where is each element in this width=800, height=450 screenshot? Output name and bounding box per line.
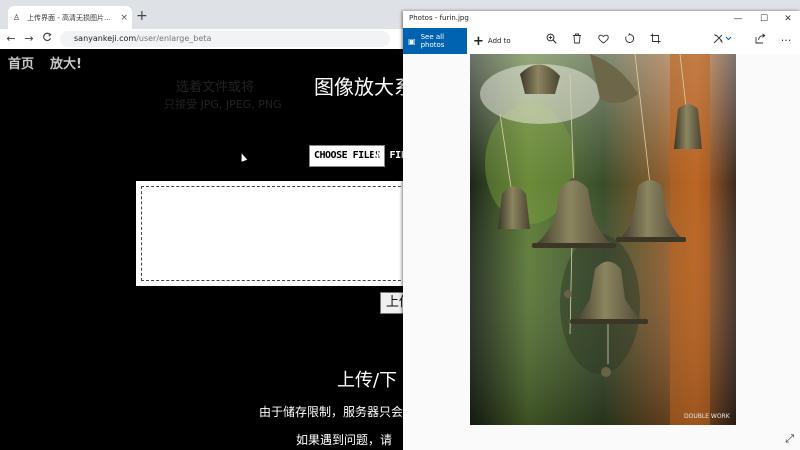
photos-app-icon: ▣ bbox=[408, 36, 416, 46]
address-bar[interactable]: sanyankeji.com/user/enlarge_beta bbox=[60, 31, 390, 47]
dropzone-border bbox=[141, 186, 411, 281]
tab-title: 上传界面 - 高清无损图片放大 - Sa bbox=[27, 13, 118, 22]
heart-icon[interactable] bbox=[594, 32, 612, 50]
new-tab-button[interactable]: + bbox=[136, 9, 148, 23]
photos-window-title: Photos - furin.jpg bbox=[409, 14, 469, 22]
wind-chimes-photo: DOUBLE WORK bbox=[470, 54, 736, 425]
dropzone-instruction: 选着文件或将 bbox=[176, 80, 255, 95]
delete-icon[interactable] bbox=[568, 32, 586, 50]
photo-canvas: DOUBLE WORK ⤢ bbox=[403, 54, 800, 450]
reload-icon[interactable] bbox=[40, 32, 54, 46]
photos-app-window: Photos - furin.jpg — ☐ ✕ ▣ See all photo… bbox=[403, 11, 800, 450]
dropzone-formats: 只接受 JPG, JPEG, PNG bbox=[164, 98, 282, 111]
maximize-icon[interactable]: ☐ bbox=[752, 12, 776, 27]
section-title: 上传/下 bbox=[337, 370, 398, 391]
problem-help-text: 如果遇到问题，请 bbox=[296, 433, 393, 447]
photos-toolbar: ▣ See all photos + Add to ··· bbox=[403, 28, 800, 54]
photo-watermark: DOUBLE WORK bbox=[684, 413, 731, 420]
see-all-photos-button[interactable]: ▣ See all photos bbox=[403, 28, 467, 54]
nav-link-home[interactable]: 首页 bbox=[8, 53, 34, 72]
mouse-cursor-icon bbox=[238, 152, 248, 162]
minimize-icon[interactable]: — bbox=[726, 12, 750, 27]
browser-tab[interactable]: ♙ 上传界面 - 高清无损图片放大 - Sa × bbox=[8, 6, 132, 29]
rotate-icon[interactable] bbox=[620, 32, 638, 50]
more-options-icon[interactable]: ··· bbox=[777, 32, 795, 50]
url-domain: sanyankeji.com bbox=[74, 34, 137, 43]
nav-link-enlarge[interactable]: 放大! bbox=[50, 53, 82, 72]
site-favicon-icon: ♙ bbox=[12, 13, 21, 22]
back-icon[interactable]: ← bbox=[4, 32, 18, 46]
file-dropzone[interactable] bbox=[136, 181, 416, 286]
expand-fullscreen-icon[interactable]: ⤢ bbox=[785, 432, 794, 446]
storage-limit-text: 由于储存限制，服务器只会 bbox=[259, 405, 404, 419]
plus-icon: + bbox=[473, 33, 484, 49]
share-icon[interactable] bbox=[751, 32, 769, 50]
zoom-icon[interactable] bbox=[542, 32, 560, 50]
add-to-label: Add to bbox=[487, 37, 511, 45]
see-all-label: See all photos bbox=[420, 33, 445, 49]
page-title: 图像放大系 bbox=[314, 75, 414, 99]
edit-create-icon[interactable] bbox=[710, 32, 736, 50]
close-icon[interactable]: ✕ bbox=[776, 12, 800, 27]
photos-title-bar: Photos - furin.jpg — ☐ ✕ bbox=[403, 11, 800, 28]
crop-icon[interactable] bbox=[646, 32, 664, 50]
forward-icon[interactable]: → bbox=[22, 32, 36, 46]
tab-close-icon[interactable]: × bbox=[120, 13, 128, 23]
url-path: /user/enlarge_beta bbox=[136, 34, 212, 43]
add-to-button[interactable]: + Add to bbox=[473, 28, 511, 54]
